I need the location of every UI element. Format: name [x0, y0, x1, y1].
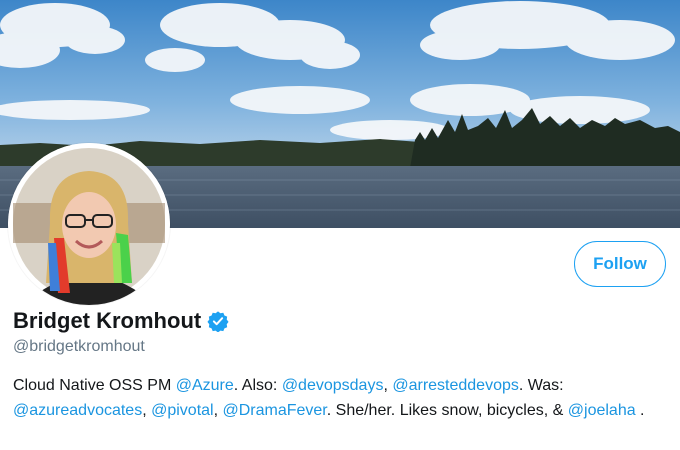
bio-text: ,	[142, 402, 152, 419]
follow-button[interactable]: Follow	[574, 241, 666, 287]
profile-bio: Cloud Native OSS PM @Azure. Also: @devop…	[13, 373, 673, 423]
profile-name-row: Bridget Kromhout	[13, 308, 229, 334]
bio-text: ,	[383, 377, 393, 394]
bio-text: . Was:	[518, 377, 564, 394]
bio-text: Cloud Native OSS PM	[13, 377, 176, 394]
avatar-photo	[8, 143, 170, 305]
bio-text: .	[635, 402, 645, 419]
mention-link-azureadvocates[interactable]: @azureadvocates	[13, 402, 142, 419]
profile-handle: @bridgetkromhout	[13, 338, 145, 355]
mention-link-dramafever[interactable]: @DramaFever	[222, 402, 326, 419]
profile-avatar[interactable]	[8, 143, 170, 305]
mention-link-devopsdays[interactable]: @devopsdays	[282, 377, 384, 394]
mention-link-pivotal[interactable]: @pivotal	[151, 402, 214, 419]
display-name: Bridget Kromhout	[13, 308, 202, 333]
bio-text: . Also:	[233, 377, 282, 394]
mention-link-joelaha[interactable]: @joelaha	[568, 402, 636, 419]
verified-badge-icon	[207, 310, 229, 333]
mention-link-arresteddevops[interactable]: @arresteddevops	[392, 377, 519, 394]
mention-link-azure[interactable]: @Azure	[176, 377, 234, 394]
bio-text: . She/her. Likes snow, bicycles, &	[326, 402, 568, 419]
